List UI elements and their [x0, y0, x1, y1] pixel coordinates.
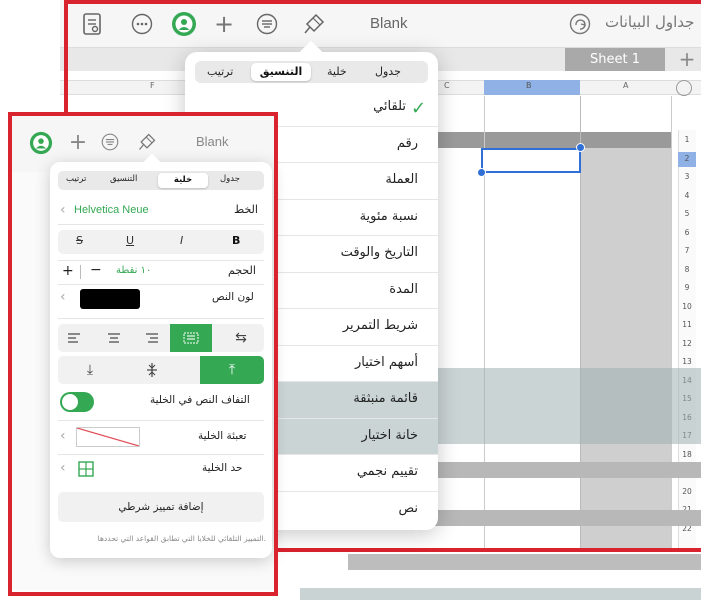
tab-format-label: التنسيق: [259, 65, 303, 78]
format-menu-item-label: المدة: [389, 281, 418, 297]
shaded-band-outside: [300, 588, 701, 600]
format-menu-item-label: قائمة منبثقة: [353, 391, 418, 406]
checkmark-icon: ✓: [411, 98, 427, 119]
tab-cell[interactable]: خلية: [327, 65, 347, 78]
format-menu-item-label: نسبة مئوية: [359, 208, 418, 224]
front-highlight-frame: [8, 112, 278, 596]
format-menu-item-label: خانة اختيار: [361, 427, 418, 443]
tab-table[interactable]: جدول: [375, 65, 401, 78]
format-menu-item-label: شريط التمرير: [342, 318, 418, 333]
format-menu-item-label: أسهم اختيار: [354, 354, 418, 370]
format-menu-item-label: رقم: [396, 135, 418, 151]
format-menu-item-label: تقييم نجمي: [356, 464, 418, 479]
format-menu-item-label: نص: [398, 500, 418, 516]
format-menu-item-label: التاريخ والوقت: [340, 245, 418, 260]
format-menu-item-label: العملة: [385, 172, 418, 187]
tab-arrange[interactable]: ترتيب: [207, 65, 233, 78]
format-menu-item-label: تلقائي: [373, 99, 406, 114]
shaded-band-outside: [348, 554, 701, 570]
tab-format-active[interactable]: التنسيق: [251, 63, 311, 81]
